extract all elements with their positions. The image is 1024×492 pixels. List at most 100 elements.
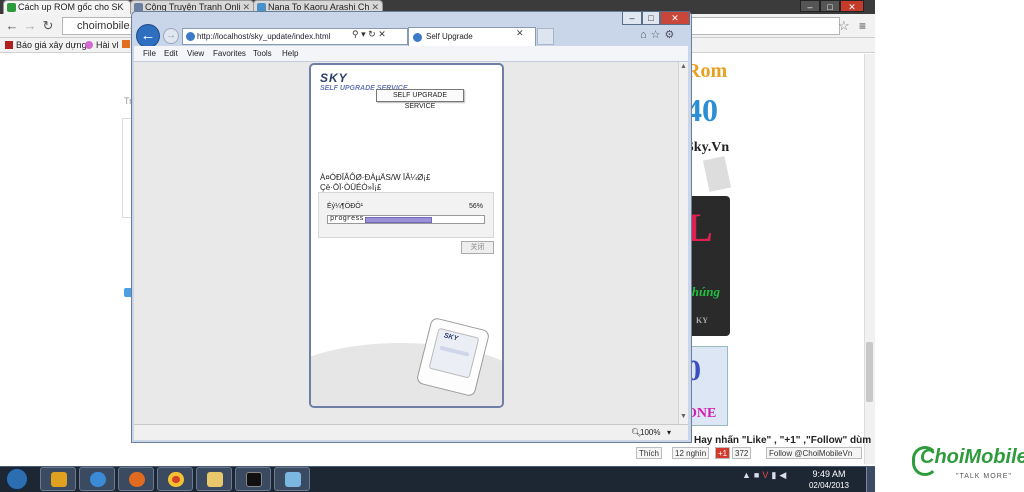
- taskbar-explorer[interactable]: [196, 467, 232, 491]
- taskbar-cmd[interactable]: [235, 467, 271, 491]
- menu-file[interactable]: File: [143, 46, 156, 62]
- clock-time[interactable]: 9:49 AM: [812, 469, 846, 479]
- back-arrow-icon[interactable]: ←: [136, 24, 160, 48]
- chrome-tab-1-label: Cách up ROM gốc cho SK: [18, 2, 124, 12]
- ie-scrollbar[interactable]: ▲ ▼: [678, 62, 688, 424]
- upgrade-status-label: Éý¼¶ÖÐÖ¹: [327, 203, 364, 210]
- close-button[interactable]: 关闭: [461, 241, 494, 254]
- taskbar-internet-explorer[interactable]: [79, 467, 115, 491]
- ad-one-text: ONE: [686, 406, 717, 421]
- chrome-address-bar[interactable]: choimobile.v: [62, 17, 142, 35]
- close-icon[interactable]: ✕: [660, 11, 690, 25]
- favorites-star-icon[interactable]: ☆: [651, 29, 665, 41]
- menu-icon[interactable]: ≡: [859, 19, 866, 33]
- chrome-scrollbar-thumb[interactable]: [866, 342, 873, 402]
- menu-edit[interactable]: Edit: [164, 46, 178, 62]
- taskbar-chrome[interactable]: [157, 467, 193, 491]
- menu-favorites[interactable]: Favorites: [213, 46, 246, 62]
- volume-icon[interactable]: ◀: [779, 470, 789, 480]
- choimobile-tagline: "TALK MORE": [956, 473, 1012, 480]
- stop-icon[interactable]: ✕: [378, 29, 386, 39]
- home-icon[interactable]: ⌂: [640, 29, 651, 41]
- like-request-text: Hay nhấn "Like" , "+1" ,"Follow" dùm: [694, 435, 872, 446]
- plus-one-count: 372: [732, 447, 752, 459]
- back-arrow-icon[interactable]: ←: [4, 18, 20, 33]
- ie-command-icons: ⌂☆⚙: [640, 28, 678, 41]
- firefox-icon: [129, 472, 145, 487]
- progress-bar-text: progress: [330, 215, 364, 223]
- ad-ky-text: KY: [696, 316, 708, 325]
- bookmark-item-hai-vl[interactable]: Hài vl: [85, 38, 119, 52]
- refresh-icon[interactable]: ↻: [368, 29, 376, 39]
- new-tab-button[interactable]: [537, 28, 554, 45]
- phone-screen: SKY: [428, 327, 480, 379]
- taskbar-firefox[interactable]: [118, 467, 154, 491]
- ie-tab-label: Self Upgrade: [426, 32, 473, 41]
- progress-bar: progress: [327, 215, 485, 224]
- upgrade-message-line-1: À¤ÓÐÏÂÔØ·ÐÀµÄS/W ÏÂ¼Ø¡£: [320, 173, 431, 182]
- choimobile-watermark: ChoiMobile: [920, 446, 1024, 468]
- zoom-level[interactable]: 100%: [640, 425, 660, 440]
- bookmark-favicon-icon: [122, 40, 130, 48]
- scroll-up-icon[interactable]: ▲: [680, 63, 687, 70]
- ad-chung-text: chúng: [686, 284, 720, 299]
- menu-help[interactable]: Help: [282, 46, 298, 62]
- minimize-icon[interactable]: –: [622, 11, 642, 25]
- google-plus-one-button[interactable]: +1: [715, 447, 731, 459]
- chrome-scrollbar[interactable]: [864, 54, 875, 464]
- search-icon[interactable]: ⚲: [352, 29, 359, 39]
- close-tab-icon[interactable]: ✕: [516, 28, 524, 39]
- bookmark-item-bao-gia[interactable]: Báo giá xây dựng: [5, 38, 87, 52]
- facebook-like-button[interactable]: Thích: [636, 447, 663, 459]
- menu-tools[interactable]: Tools: [253, 46, 272, 62]
- sky-upgrade-panel: SKY SELF UPGRADE SERVICE À¤ÓÐÏÂÔØ·ÐÀµÄS/…: [309, 63, 504, 408]
- chrome-tab-1[interactable]: Cách up ROM gốc cho SK: [3, 0, 131, 14]
- progress-box: Éý¼¶ÖÐÖ¹ 56% progress: [318, 192, 494, 238]
- ie-address-actions: ⚲ ▾ ↻ ✕: [352, 29, 386, 40]
- bookmark-item-more[interactable]: [122, 38, 130, 52]
- start-button[interactable]: [2, 467, 32, 492]
- maximize-icon[interactable]: □: [820, 0, 840, 12]
- twitter-follow-button[interactable]: Follow @ChoiMobileVn: [766, 447, 862, 459]
- bookmark-star-icon[interactable]: ☆: [838, 18, 850, 34]
- folder-icon: [207, 472, 223, 487]
- chrome-address-bar-end[interactable]: 850: [686, 17, 840, 50]
- ad-zero-text: 0: [686, 354, 701, 387]
- ad-number-text: 40: [686, 92, 718, 128]
- minimize-icon[interactable]: –: [800, 0, 820, 12]
- menu-view[interactable]: View: [187, 46, 204, 62]
- ad-site-text: Sky.Vn: [686, 140, 730, 155]
- app-icon: [285, 472, 301, 487]
- scroll-down-icon[interactable]: ▼: [680, 413, 687, 420]
- ad-l-text: L: [686, 205, 713, 250]
- ie-page-icon: [186, 32, 195, 41]
- clock-date[interactable]: 02/04/2013: [808, 481, 850, 490]
- taskbar-media-player[interactable]: [40, 467, 76, 491]
- sky-logo: SKY: [320, 71, 348, 85]
- forward-arrow-icon[interactable]: →: [163, 28, 179, 44]
- reload-icon[interactable]: ↻: [40, 18, 56, 34]
- phone-sky-logo: SKY: [443, 332, 459, 343]
- windows-logo-icon: [6, 468, 28, 490]
- ie-menu-bar: File Edit View Favorites Tools Help: [134, 46, 688, 62]
- upgrade-message-line-2: Çë·ÖÏ·ÒÜÉÒ»Ï¡£: [320, 183, 382, 192]
- ad-phone-image: [702, 156, 732, 192]
- show-desktop-button[interactable]: [866, 467, 875, 492]
- dropdown-icon[interactable]: ▾: [361, 29, 366, 39]
- forward-arrow-icon[interactable]: →: [22, 18, 38, 33]
- close-icon[interactable]: ✕: [840, 0, 864, 12]
- chrome-icon: [168, 472, 184, 487]
- phone-progress-graphic: [439, 345, 470, 357]
- tooltip: SELF UPGRADE SERVICE: [376, 89, 464, 110]
- gear-icon[interactable]: ⚙: [665, 29, 679, 41]
- progress-bar-fill: [365, 217, 432, 223]
- phone-favicon-icon: [7, 3, 16, 12]
- maximize-icon[interactable]: □: [642, 11, 660, 25]
- media-player-icon: [51, 472, 67, 487]
- ie-status-bar: 🔍︎ 100% ▾: [134, 424, 688, 440]
- ad-column: Rom 40 Sky.Vn L chúng KY 0 ONE: [686, 54, 732, 426]
- ad-rom-text: Rom: [686, 60, 728, 82]
- taskbar-app[interactable]: [274, 467, 310, 491]
- zoom-dropdown-icon[interactable]: ▾: [667, 425, 671, 440]
- tray-arrow-icon[interactable]: ▲: [742, 470, 754, 480]
